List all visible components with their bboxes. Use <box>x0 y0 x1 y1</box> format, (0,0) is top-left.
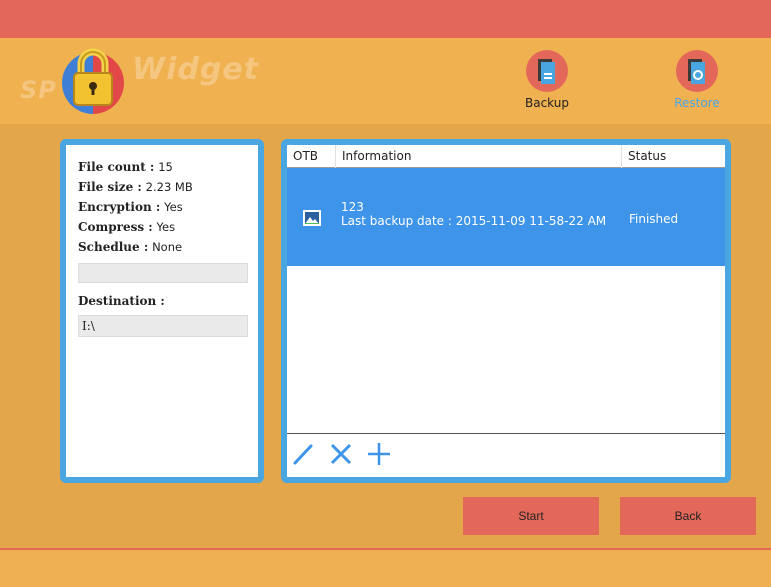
backup-button[interactable]: Backup <box>512 50 582 110</box>
padlock-icon <box>73 48 113 106</box>
file-count-label: File count : <box>78 160 155 174</box>
table-header: OTB Information Status <box>287 145 725 168</box>
column-header-otb[interactable]: OTB <box>287 145 335 168</box>
row-last-backup-date: Last backup date : 2015-11-09 11-58-22 A… <box>341 214 607 228</box>
compress-value: Yes <box>156 220 176 234</box>
row-information: 123 Last backup date : 2015-11-09 11-58-… <box>341 200 606 228</box>
logo-text-sp: SP <box>20 76 57 104</box>
table-row[interactable]: 123 Last backup date : 2015-11-09 11-58-… <box>287 168 725 266</box>
title-bar <box>0 0 771 38</box>
encryption-line: Encryption : Yes <box>78 197 246 217</box>
encryption-value: Yes <box>164 200 183 214</box>
back-button[interactable]: Back <box>620 497 756 535</box>
row-name: 123 <box>341 200 364 214</box>
close-x-icon[interactable] <box>329 442 353 466</box>
backup-document-icon <box>526 50 568 92</box>
file-count-line: File count : 15 <box>78 157 246 177</box>
file-size-line: File size : 2.23 MB <box>78 177 246 197</box>
encryption-label: Encryption : <box>78 200 161 214</box>
backup-label: Backup <box>525 96 569 110</box>
app-logo: SP Widget <box>20 46 258 114</box>
restore-document-icon <box>676 50 718 92</box>
file-count-value: 15 <box>158 160 173 174</box>
restore-label: Restore <box>674 96 720 110</box>
logo-text-widget: Widget <box>132 52 260 87</box>
backup-summary-panel: File count : 15 File size : 2.23 MB Encr… <box>60 139 264 483</box>
backup-list: OTB Information Status 123 Last backup d… <box>287 145 725 477</box>
file-size-value: 2.23 MB <box>145 180 193 194</box>
backup-list-panel: OTB Information Status 123 Last backup d… <box>281 139 731 483</box>
schedule-value: None <box>152 240 183 254</box>
pencil-icon[interactable] <box>291 442 315 466</box>
image-file-icon <box>303 210 321 226</box>
start-button[interactable]: Start <box>463 497 599 535</box>
row-status: Finished <box>629 212 679 226</box>
restore-button[interactable]: Restore <box>662 50 732 110</box>
file-size-label: File size : <box>78 180 142 194</box>
compress-label: Compress : <box>78 220 153 234</box>
column-header-information[interactable]: Information <box>335 145 621 168</box>
schedule-detail-field <box>78 263 248 283</box>
footer <box>0 550 771 587</box>
destination-field: I:\ <box>78 315 248 337</box>
list-toolbar <box>287 434 725 477</box>
schedule-line: Schedlue : None <box>78 237 246 257</box>
schedule-label: Schedlue : <box>78 240 149 254</box>
destination-label: Destination : <box>78 294 165 308</box>
plus-icon[interactable] <box>367 442 391 466</box>
compress-line: Compress : Yes <box>78 217 246 237</box>
backup-summary-body: File count : 15 File size : 2.23 MB Encr… <box>66 145 258 477</box>
column-header-status[interactable]: Status <box>621 145 725 168</box>
